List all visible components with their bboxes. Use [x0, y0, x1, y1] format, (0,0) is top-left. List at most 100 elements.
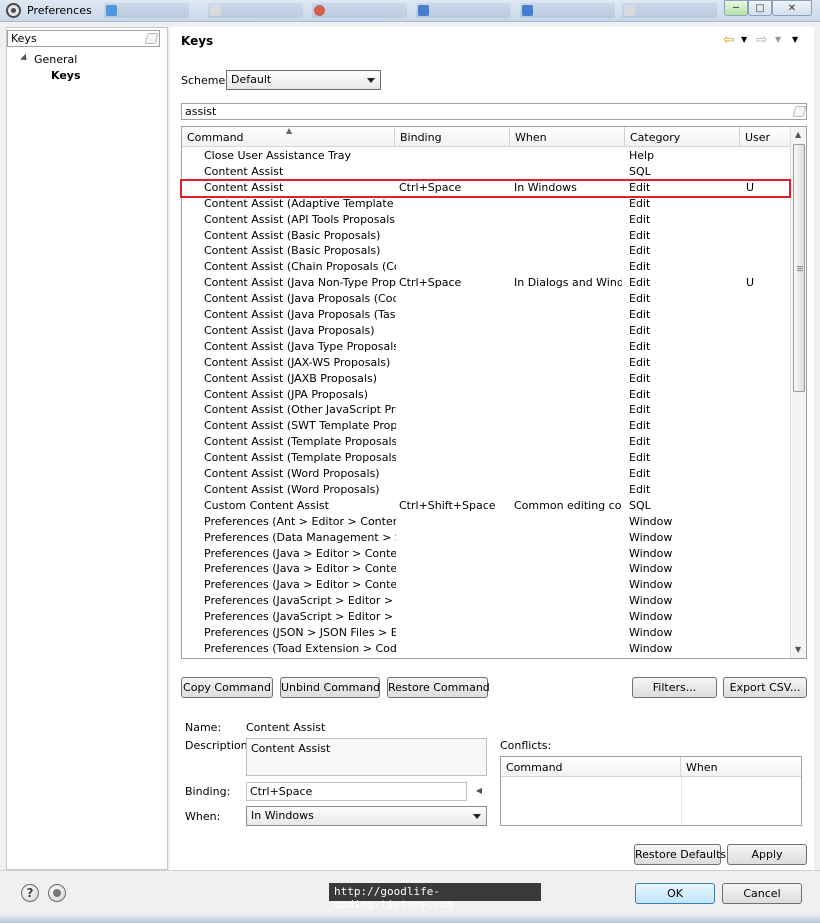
cancel-button[interactable]: Cancel — [722, 883, 802, 904]
conflicts-column-command[interactable]: Command — [501, 757, 681, 777]
tree-filter-input[interactable]: Keys — [7, 30, 160, 47]
divider — [0, 870, 820, 871]
forward-dropdown-icon[interactable]: ▼ — [775, 35, 781, 44]
binding-menu-arrow-icon[interactable]: ◀ — [471, 782, 487, 801]
table-row[interactable]: Preferences (Java > Editor > Content As W… — [182, 577, 790, 593]
cell-when — [514, 483, 622, 498]
cell-user — [746, 531, 786, 546]
table-row[interactable]: Content Assist Ctrl+Space In Windows Edit U — [182, 180, 790, 196]
table-row[interactable]: Preferences (JSON > JSON Files > Editor W… — [182, 625, 790, 641]
help-icon[interactable]: ? — [21, 884, 39, 902]
column-header-user[interactable]: User — [740, 127, 790, 147]
vertical-scrollbar[interactable]: ▲ ▼ — [790, 127, 806, 658]
table-row[interactable]: Content Assist (Java Proposals (Task-Foc… — [182, 307, 790, 323]
table-row[interactable]: Content Assist (Word Proposals) Edit — [182, 466, 790, 482]
cell-user — [746, 356, 786, 371]
table-row[interactable]: Preferences (JavaScript > Editor > Conte… — [182, 609, 790, 625]
close-button[interactable]: ✕ — [772, 0, 812, 16]
table-row[interactable]: Custom Content Assist Ctrl+Shift+Space Com… — [182, 498, 790, 514]
table-row[interactable]: Content Assist (Java Proposals (Code Re E… — [182, 291, 790, 307]
table-row[interactable]: Content Assist (JPA Proposals) Edit — [182, 387, 790, 403]
cell-binding — [399, 578, 509, 593]
tree-item-general[interactable]: General — [20, 53, 77, 66]
back-arrow-icon[interactable]: ⇦ — [723, 32, 735, 48]
table-row[interactable]: Content Assist (JAXB Proposals) Edit — [182, 371, 790, 387]
column-header-binding[interactable]: Binding — [395, 127, 510, 147]
tree-item-keys[interactable]: Keys — [51, 69, 81, 82]
table-row[interactable]: Content Assist SQL — [182, 164, 790, 180]
taskbar-thumb-icon — [418, 5, 429, 16]
table-row[interactable]: Content Assist (Chain Proposals (Code R E… — [182, 259, 790, 275]
scrollbar-thumb[interactable] — [793, 144, 805, 392]
table-row[interactable]: Preferences (JavaScript > Editor > Conte… — [182, 593, 790, 609]
table-row[interactable]: Content Assist (Java Type Proposals) Edit — [182, 339, 790, 355]
command-filter-input[interactable]: assist — [181, 103, 807, 120]
scroll-up-icon[interactable]: ▲ — [795, 130, 801, 139]
table-row[interactable]: Content Assist (API Tools Proposals) Edit — [182, 212, 790, 228]
cell-user — [746, 626, 786, 641]
conflicts-column-when[interactable]: When — [681, 757, 801, 777]
cell-category: SQL — [629, 164, 651, 178]
table-row[interactable]: Preferences (Ant > Editor > Content Ass W… — [182, 514, 790, 530]
cell-category: SQL — [629, 498, 651, 512]
window-title: Preferences — [27, 4, 92, 17]
back-dropdown-icon[interactable]: ▼ — [741, 35, 747, 44]
conflicts-table[interactable]: Command When — [500, 756, 802, 826]
unbind-command-button[interactable]: Unbind Command — [280, 677, 380, 698]
table-row[interactable]: Content Assist (Adaptive Template Prop Ed… — [182, 196, 790, 212]
cell-user — [746, 467, 786, 482]
table-row[interactable]: Content Assist (Template Proposals) Edit — [182, 434, 790, 450]
apply-button[interactable]: Apply — [727, 844, 807, 865]
taskbar-strip — [0, 915, 820, 923]
table-row[interactable]: Preferences (Java > Editor > Content As W… — [182, 546, 790, 562]
bindings-table[interactable]: Command ▲ Binding When Category User Clos… — [181, 126, 807, 659]
forward-arrow-icon[interactable]: ⇨ — [756, 32, 768, 48]
taskbar-thumb[interactable] — [104, 3, 189, 18]
export-csv-button[interactable]: Export CSV... — [723, 677, 807, 698]
table-row[interactable]: Preferences (Data Management > SQL D Wind… — [182, 530, 790, 546]
taskbar-thumb[interactable] — [312, 3, 407, 18]
scheme-select[interactable]: Default — [226, 70, 381, 90]
import-export-icon[interactable] — [48, 884, 66, 902]
cell-when — [514, 594, 622, 609]
table-row[interactable]: Content Assist (Template Proposals) Edit — [182, 450, 790, 466]
scroll-down-icon[interactable]: ▼ — [795, 645, 801, 654]
copy-command-button[interactable]: Copy Command — [181, 677, 273, 698]
column-header-category[interactable]: Category — [625, 127, 740, 147]
description-label: Description: — [185, 739, 252, 752]
restore-command-button[interactable]: Restore Command — [387, 677, 490, 698]
taskbar-thumb[interactable] — [416, 3, 511, 18]
restore-defaults-button[interactable]: Restore Defaults — [634, 844, 726, 865]
cell-user — [746, 308, 786, 323]
cell-user — [746, 229, 786, 244]
cell-when — [514, 244, 622, 259]
taskbar-thumb[interactable] — [622, 3, 717, 18]
when-select[interactable]: In Windows — [246, 806, 487, 826]
column-header-command[interactable]: Command ▲ — [182, 127, 395, 147]
view-menu-icon[interactable]: ▼ — [792, 35, 798, 44]
cell-when — [514, 467, 622, 482]
table-row[interactable]: Content Assist (Basic Proposals) Edit — [182, 228, 790, 244]
maximize-button[interactable]: □ — [748, 0, 772, 16]
table-row[interactable]: Content Assist (SWT Template Proposals Ed… — [182, 418, 790, 434]
table-row[interactable]: Content Assist (JAX-WS Proposals) Edit — [182, 355, 790, 371]
table-row[interactable]: Content Assist (Java Proposals) Edit — [182, 323, 790, 339]
expand-triangle-icon[interactable] — [20, 53, 30, 63]
binding-input[interactable]: Ctrl+Space — [246, 782, 467, 801]
table-row[interactable]: Preferences (Toad Extension > Code Ass Wi… — [182, 641, 790, 657]
table-row[interactable]: Content Assist (Basic Proposals) Edit — [182, 243, 790, 259]
cell-user — [746, 388, 786, 403]
taskbar-thumb[interactable] — [208, 3, 303, 18]
cell-category: Edit — [629, 419, 651, 433]
column-header-when[interactable]: When — [510, 127, 625, 147]
taskbar-thumb[interactable] — [520, 3, 615, 18]
table-row[interactable]: Content Assist (Word Proposals) Edit — [182, 482, 790, 498]
minimize-button[interactable]: ─ — [724, 0, 748, 16]
filters-button[interactable]: Filters... — [632, 677, 717, 698]
cell-when — [514, 547, 622, 562]
table-row[interactable]: Content Assist (Java Non-Type ProposalsC… — [182, 275, 790, 291]
table-row[interactable]: Preferences (Java > Editor > Content As W… — [182, 561, 790, 577]
ok-button[interactable]: OK — [635, 883, 715, 904]
table-row[interactable]: Content Assist (Other JavaScript Propos E… — [182, 402, 790, 418]
table-row[interactable]: Close User Assistance Tray Help — [182, 148, 790, 164]
